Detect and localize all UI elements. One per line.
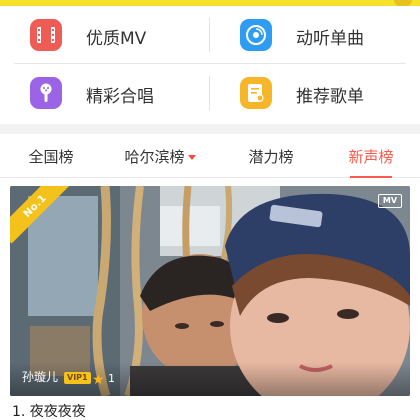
artist-name[interactable]: 孙璇儿 [22,368,58,385]
dropdown-caret-icon [187,154,196,160]
disc-icon [240,19,272,51]
menu-label-playlists: 推荐歌单 [296,87,364,107]
tab-potential-label: 潜力榜 [248,147,294,166]
tab-national-label: 全国榜 [28,147,74,166]
menu-row-1: 优质MV 动听单曲 [0,6,420,64]
tab-new-voice-label: 新声榜 [348,147,394,166]
tab-city-label: 哈尔滨榜 [124,147,185,166]
tab-new-voice[interactable]: 新声榜 [322,134,420,178]
film-icon [30,19,62,51]
feature-menu: 优质MV 动听单曲 精彩合唱 推荐歌单 [0,6,420,124]
microphone-icon [30,77,62,109]
menu-item-playlists[interactable]: 推荐歌单 [210,64,419,122]
song-title[interactable]: 1. 夜夜夜夜 [12,401,86,420]
chart-tabs: 全国榜 哈尔滨榜 潜力榜 新声榜 [0,134,420,178]
section-divider [0,124,420,134]
star-count: 1 [108,372,115,385]
menu-item-chorus[interactable]: 精彩合唱 [0,64,209,122]
menu-item-mv[interactable]: 优质MV [0,6,209,64]
star-icon: ★ [92,372,105,388]
tab-national[interactable]: 全国榜 [0,134,102,178]
menu-label-chorus: 精彩合唱 [86,87,154,107]
playlist-icon [240,77,272,109]
menu-row-2: 精彩合唱 推荐歌单 [0,64,420,122]
tab-potential[interactable]: 潜力榜 [220,134,322,178]
featured-video-card[interactable]: No.1 MV 孙璇儿 VIP1 ★ 1 [10,186,410,396]
tab-city[interactable]: 哈尔滨榜 [110,134,210,178]
menu-item-singles[interactable]: 动听单曲 [210,6,419,64]
menu-label-singles: 动听单曲 [296,29,364,49]
vip-badge: VIP1 [64,372,91,384]
active-tab-indicator [350,176,392,178]
mv-badge-label: MV [382,196,398,205]
menu-label-mv: 优质MV [86,29,147,49]
mv-badge: MV [378,194,402,208]
